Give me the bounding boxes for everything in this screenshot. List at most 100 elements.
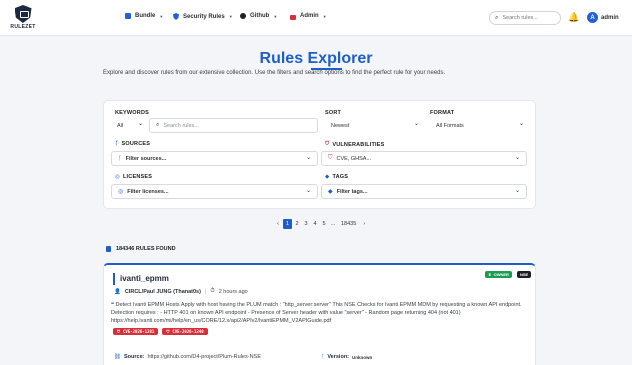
nav-security-rules[interactable]: Security Rules ▼ <box>173 13 233 20</box>
tag-icon: ◆ <box>325 174 330 180</box>
chevron-down-icon: ▼ <box>322 13 327 19</box>
keywords-scope-select[interactable]: All ⌄ <box>111 118 149 133</box>
lock-icon <box>290 14 296 20</box>
pagination-page[interactable]: 3 <box>302 219 310 229</box>
sort-label: SORT <box>325 110 342 116</box>
licenses-label-text: LICENSES <box>123 174 153 180</box>
rule-accent-bar <box>113 273 115 285</box>
pagination-page[interactable]: 4 <box>311 219 319 229</box>
pagination-next[interactable]: › <box>360 219 368 229</box>
chevron-down-icon: ⌄ <box>514 155 520 161</box>
pagination-page[interactable]: 5 <box>320 219 328 229</box>
bell-icon[interactable]: 🔔 <box>568 12 579 23</box>
nav-github[interactable]: Github ▼ <box>240 13 277 19</box>
chevron-down-icon: ⌄ <box>305 188 311 194</box>
vulnerabilities-value: CVE, GHSA... <box>336 155 372 162</box>
meta-separator: | <box>204 288 207 295</box>
page-subtitle: Explore and discover rules from our exte… <box>103 70 446 76</box>
nav-bundle-label: Bundle <box>135 13 156 19</box>
source-link[interactable]: https://github.com/D4-project/Plum-Rules… <box>147 354 260 360</box>
results-count: 184346 RULES FOUND <box>106 246 176 252</box>
rule-time: 2 hours ago <box>218 288 248 295</box>
cve-id: CVE-2026-1281 <box>123 329 155 334</box>
avatar[interactable]: A <box>587 12 598 23</box>
logo-shield-icon <box>14 5 32 23</box>
search-icon: ⌕ <box>156 122 160 128</box>
sources-label: ᚴ SOURCES <box>115 141 150 147</box>
pagination-page[interactable]: 2 <box>293 219 301 229</box>
rule-author[interactable]: CIRCL/Paul JUNG (Thanat0s) <box>125 289 201 295</box>
chevron-down-icon: ⌄ <box>305 155 311 161</box>
owner-badge-label: OWNER <box>493 272 509 277</box>
cve-badge[interactable]: ⛉ CVE-2026-1340 <box>162 328 208 335</box>
sort-value: Newest <box>331 122 350 129</box>
owner-badge: ♛ OWNER <box>485 271 512 278</box>
shield-icon: ⛉ <box>328 155 333 161</box>
format-badge: NSE <box>517 271 532 278</box>
vulnerabilities-label: ⛉ VULNERABILITIES <box>325 141 385 148</box>
chevron-down-icon: ▼ <box>228 14 233 19</box>
licenses-label: ◎ LICENSES <box>115 174 152 180</box>
licenses-filter[interactable]: ◎ Filter licenses... ⌄ <box>111 184 318 199</box>
link-icon: ⛓ <box>114 354 121 360</box>
user-name[interactable]: admin <box>601 15 619 21</box>
version-value: Unknown <box>352 354 373 360</box>
keywords-label: KEYWORDS <box>115 110 149 116</box>
nav-search-input[interactable] <box>502 15 558 21</box>
github-icon <box>240 13 246 19</box>
pagination-page[interactable]: 1 <box>283 219 292 229</box>
nav-admin[interactable]: Admin ▼ <box>290 13 327 20</box>
nav-bundle[interactable]: Bundle ▼ <box>125 13 163 19</box>
rule-meta: 👤 CIRCL/Paul JUNG (Thanat0s) | ⏱ 2 hours… <box>114 288 248 295</box>
bundle-icon <box>125 13 131 19</box>
top-navbar: RULEZET Bundle ▼ Security Rules ▼ Github… <box>0 0 632 36</box>
tag-icon: ◆ <box>328 189 333 195</box>
source-label: Source: <box>123 354 145 360</box>
tags-label: ◆ TAGS <box>325 174 348 180</box>
format-value: All Formats <box>436 122 464 129</box>
licenses-placeholder: Filter licenses... <box>127 188 169 195</box>
rule-description-text: Detect Ivanti EPMM Hosts Apply with host… <box>111 302 522 324</box>
filter-panel: KEYWORDS All ⌄ ⌕ Search rules... SORT Ne… <box>103 100 536 209</box>
brand-name: RULEZET <box>10 24 36 30</box>
vulnerabilities-filter[interactable]: ⛉ CVE, GHSA... ⌄ <box>321 151 527 166</box>
pagination-prev[interactable]: ‹ <box>274 219 282 229</box>
pagination-ellipsis: ... <box>330 221 336 227</box>
chevron-down-icon: ▼ <box>159 13 164 19</box>
shield-icon: ⛉ <box>325 141 330 147</box>
globe-icon: ◎ <box>118 189 124 195</box>
brand-logo[interactable]: RULEZET <box>10 5 36 30</box>
rule-source: ⛓ Source: https://github.com/D4-project/… <box>114 354 261 360</box>
shield-icon <box>173 13 179 20</box>
rule-description: ❝ Detect Ivanti EPMM Hosts Apply with ho… <box>111 301 531 325</box>
cve-list: ⛉ CVE-2026-1281 ⛉ CVE-2026-1340 <box>113 328 208 335</box>
crown-icon: ♛ <box>488 272 492 277</box>
cve-badge[interactable]: ⛉ CVE-2026-1281 <box>113 328 159 335</box>
keywords-search-field[interactable]: ⌕ Search rules... <box>149 118 318 133</box>
clock-icon: ⏱ <box>210 288 215 294</box>
chevron-down-icon: ⌄ <box>137 121 143 127</box>
format-select[interactable]: All Formats ⌄ <box>430 118 530 133</box>
rule-card[interactable]: ivanti_epmm ♛ OWNER NSE 👤 CIRCL/Paul JUN… <box>103 263 536 365</box>
results-count-text: 184346 RULES FOUND <box>116 246 176 252</box>
pagination-page[interactable]: 18435 <box>338 219 359 229</box>
version-label: Version: <box>327 354 350 360</box>
nav-github-label: Github <box>250 13 270 19</box>
sources-label-text: SOURCES <box>121 141 151 147</box>
rule-version: ᚴ Version: Unknown <box>321 354 372 360</box>
keywords-search-input[interactable]: Search rules... <box>163 123 198 129</box>
page-title: Rules Explorer <box>259 50 373 67</box>
rule-title[interactable]: ivanti_epmm <box>120 274 169 283</box>
nav-search-box[interactable]: ⌕ <box>489 11 561 25</box>
keywords-scope-value: All <box>117 122 124 129</box>
database-icon <box>106 246 111 252</box>
sort-select[interactable]: Newest ⌄ <box>325 118 425 133</box>
sources-filter[interactable]: ᚴ Filter sources... ⌄ <box>111 151 318 166</box>
shield-icon: ⛉ <box>166 329 170 334</box>
quote-icon: ❝ <box>111 302 114 308</box>
format-label: FORMAT <box>430 110 455 116</box>
nav-security-rules-label: Security Rules <box>183 13 225 20</box>
tags-filter[interactable]: ◆ Filter tags... ⌄ <box>321 184 527 199</box>
vulnerabilities-label-text: VULNERABILITIES <box>332 141 385 148</box>
cve-id: CVE-2026-1340 <box>172 329 204 334</box>
